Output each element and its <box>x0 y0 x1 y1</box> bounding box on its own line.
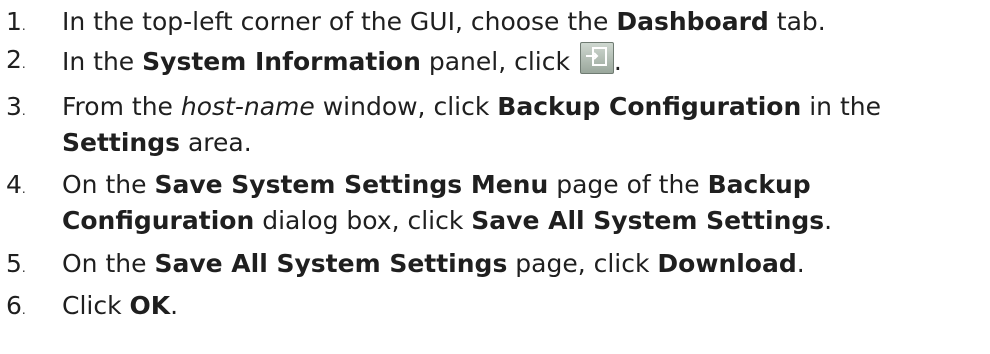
step-number: 5. <box>6 248 26 278</box>
step-2: 2. In the System Information panel, clic… <box>0 42 990 80</box>
step-6: 6. Click OK. <box>0 288 990 324</box>
instruction-steps: 1. In the top-left corner of the GUI, ch… <box>0 0 990 324</box>
step-3: 3. From the host-name window, click Back… <box>0 89 990 162</box>
step-number: 3. <box>6 91 26 121</box>
dashboard-tab-ref: Dashboard <box>616 7 769 36</box>
save-all-system-settings-ref: Save All System Settings <box>154 248 508 278</box>
step-5: 5. On the Save All System Settings page,… <box>0 246 990 282</box>
step-4: 4. On the Save System Settings Menu page… <box>0 167 990 240</box>
save-all-system-settings-ref: Save All System Settings <box>471 206 825 236</box>
step-2-text: In the System Information panel, click . <box>62 42 990 80</box>
step-number: 1. <box>6 7 26 36</box>
settings-ref: Settings <box>62 127 181 157</box>
save-system-settings-menu-ref: Save System Settings Menu <box>154 170 549 199</box>
download-ref: Download <box>657 248 797 278</box>
step-1: 1. In the top-left corner of the GUI, ch… <box>0 4 990 40</box>
backup-configuration-ref: Backup Configuration <box>497 91 802 121</box>
step-number: 4. <box>6 170 26 199</box>
import-config-icon <box>579 42 614 75</box>
ok-ref: OK <box>129 290 171 320</box>
host-name-ref: host-name <box>180 91 315 121</box>
system-information-ref: System Information <box>142 47 421 77</box>
step-number: 2. <box>6 45 26 75</box>
step-number: 6. <box>6 290 26 320</box>
